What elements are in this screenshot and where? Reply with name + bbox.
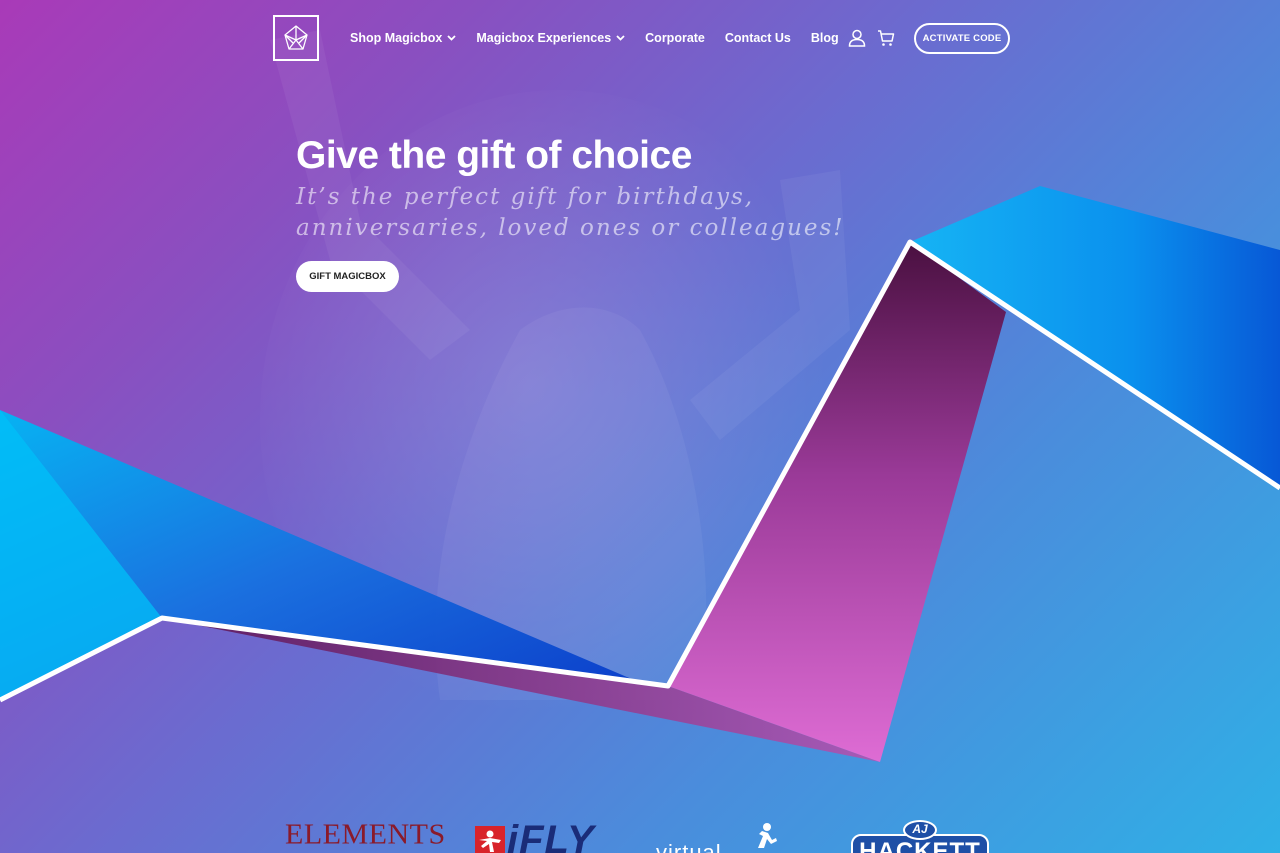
cart-icon xyxy=(878,30,895,46)
ifly-text: iFLY xyxy=(507,818,595,853)
elements-logo[interactable]: ELEMENTS xyxy=(285,819,446,851)
runner-icon xyxy=(758,823,777,848)
partner-logos: ELEMENTS iFLY virtual AJ HACKETT xyxy=(0,810,1280,853)
virtual-text: virtual xyxy=(656,840,722,853)
cart-button[interactable] xyxy=(877,29,897,49)
nav-corporate-label: Corporate xyxy=(645,31,705,45)
nav-magicbox-experiences-label: Magicbox Experiences xyxy=(476,31,612,45)
ifly-logo[interactable]: iFLY xyxy=(475,820,620,853)
top-navigation: Shop Magicbox Magicbox Experiences Corpo… xyxy=(0,0,1280,80)
chevron-down-icon xyxy=(616,35,625,41)
nav-contact-us[interactable]: Contact Us xyxy=(725,29,791,47)
hackett-initials: AJ xyxy=(912,822,928,836)
nav-corporate[interactable]: Corporate xyxy=(645,29,705,47)
hackett-text: HACKETT xyxy=(859,838,981,853)
gift-magicbox-button[interactable]: GIFT MAGICBOX xyxy=(296,261,399,292)
skydiver-icon xyxy=(479,830,501,852)
nav-shop-magicbox-label: Shop Magicbox xyxy=(350,31,443,45)
activate-code-label: ACTIVATE CODE xyxy=(922,33,1002,44)
hackett-logo[interactable]: AJ HACKETT xyxy=(851,820,989,853)
nav-shop-magicbox[interactable]: Shop Magicbox xyxy=(350,29,457,47)
nav-contact-us-label: Contact Us xyxy=(724,31,791,45)
hero-title: Give the gift of choice xyxy=(296,134,692,177)
magicbox-logo-icon xyxy=(284,25,308,50)
activate-code-button[interactable]: ACTIVATE CODE xyxy=(914,23,1010,54)
nav-blog-label: Blog xyxy=(810,31,839,45)
virtual-logo[interactable]: virtual xyxy=(656,822,816,853)
nav-blog[interactable]: Blog xyxy=(811,29,839,47)
hero-background xyxy=(0,0,1280,853)
hero-subtitle: It’s the perfect gift for birthdays, ann… xyxy=(296,184,845,241)
main-menu: Shop Magicbox Magicbox Experiences Corpo… xyxy=(350,29,859,47)
ifly-mark xyxy=(475,826,505,853)
magicbox-logo[interactable] xyxy=(273,15,319,61)
user-icon xyxy=(848,29,866,47)
account-button[interactable] xyxy=(848,29,868,49)
chevron-down-icon xyxy=(447,35,457,41)
nav-magicbox-experiences[interactable]: Magicbox Experiences xyxy=(476,29,625,47)
gift-magicbox-label: GIFT MAGICBOX xyxy=(309,271,386,282)
hero-ribbon-graphic xyxy=(0,30,1280,762)
